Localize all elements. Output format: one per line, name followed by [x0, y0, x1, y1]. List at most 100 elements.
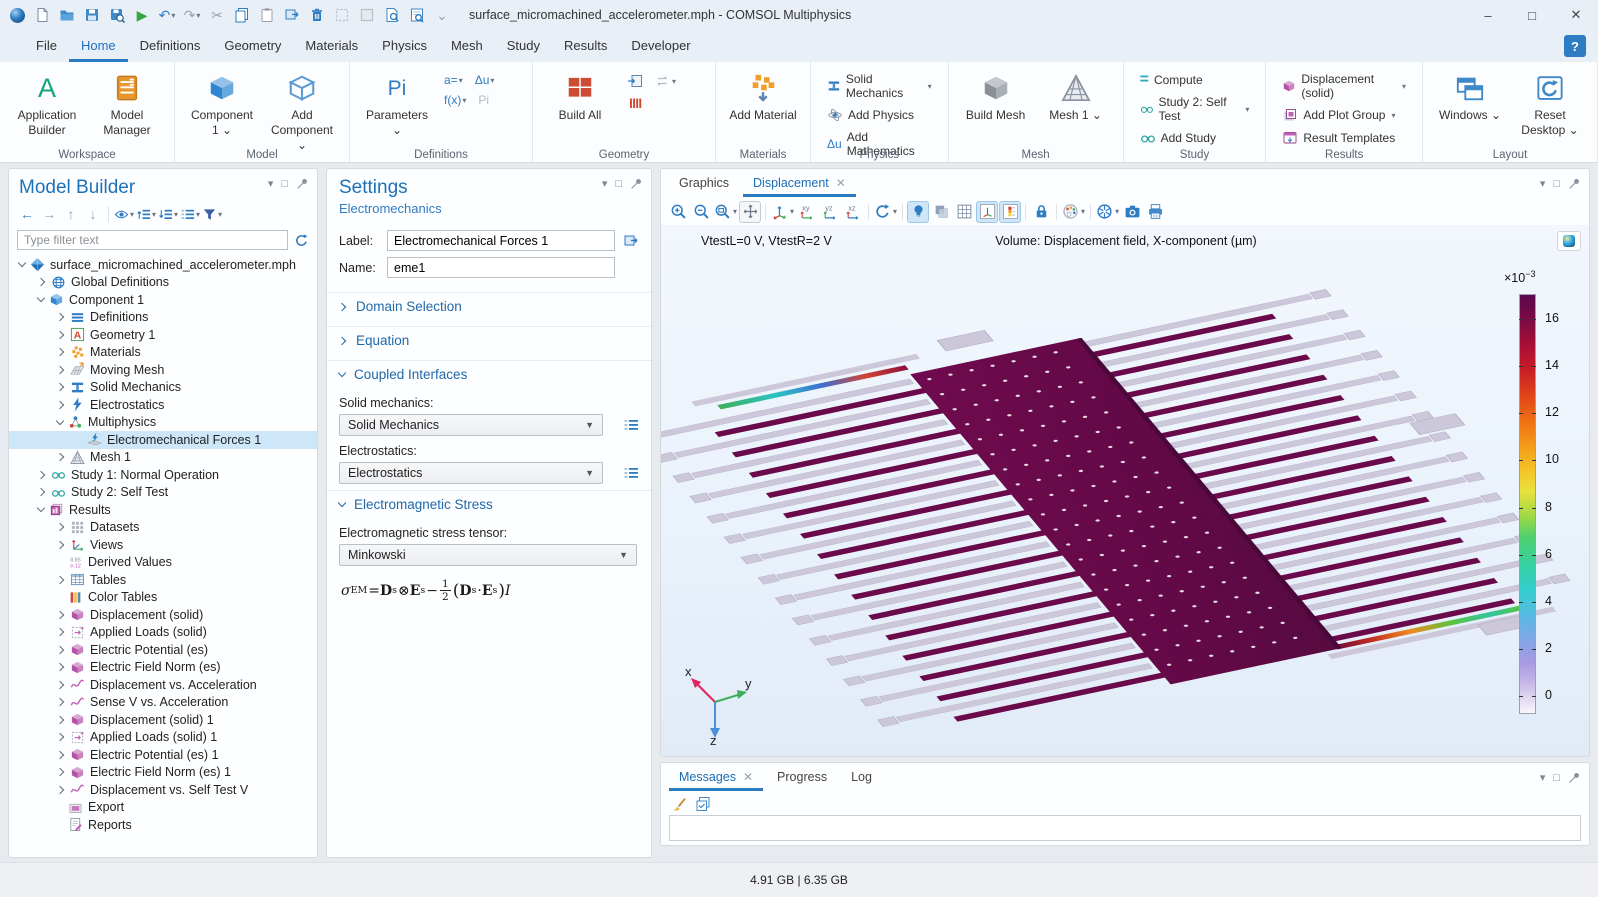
rename-icon[interactable] — [621, 231, 641, 251]
menu-materials[interactable]: Materials — [293, 31, 370, 62]
chevron-down-icon[interactable] — [37, 294, 45, 302]
tree-item-tables[interactable]: Tables — [9, 571, 317, 589]
zoom-in-button[interactable] — [667, 201, 689, 223]
tree-item-reports[interactable]: Reports — [9, 816, 317, 834]
view-xy-button[interactable] — [796, 201, 818, 223]
rotate-view-button[interactable]: ▾ — [873, 201, 898, 223]
expand-all-button[interactable]: ▾ — [158, 204, 178, 224]
tree-item-electromechanical-forces-1[interactable]: Electromechanical Forces 1 — [9, 431, 317, 449]
customize-quick-access-icon[interactable]: ⌄ — [431, 4, 453, 26]
cut-icon[interactable]: ✂ — [206, 4, 228, 26]
label-input[interactable] — [387, 230, 615, 251]
tree-item-moving-mesh[interactable]: Moving Mesh — [9, 361, 317, 379]
chevron-right-icon[interactable] — [56, 611, 64, 619]
chevron-right-icon[interactable] — [56, 541, 64, 549]
tree-item-materials[interactable]: Materials — [9, 344, 317, 362]
ribbon-component-1-button[interactable]: Component 1 ⌄ — [187, 68, 257, 138]
axis-orientation-button[interactable] — [976, 201, 998, 223]
new-file-icon[interactable] — [31, 4, 53, 26]
chevron-right-icon[interactable] — [56, 663, 64, 671]
tree-item-applied-loads-solid-1[interactable]: Applied Loads (solid) 1 — [9, 729, 317, 747]
chevron-right-icon[interactable] — [56, 453, 64, 461]
tree-item-electric-potential-es-[interactable]: Electric Potential (es) — [9, 641, 317, 659]
ribbon-reset-desktop-button[interactable]: Reset Desktop ⌄ — [1515, 68, 1585, 138]
chevron-right-icon[interactable] — [56, 716, 64, 724]
name-input[interactable] — [387, 257, 615, 278]
chevron-right-icon[interactable] — [56, 698, 64, 706]
ribbon-mesh-1-button[interactable]: Mesh 1 ⌄ — [1041, 68, 1111, 123]
chevron-down-icon[interactable] — [18, 259, 26, 267]
move-down-button[interactable]: ↓ — [83, 204, 103, 224]
ribbon-build-mesh-button[interactable]: Build Mesh — [961, 68, 1031, 123]
chevron-down-icon[interactable] — [56, 417, 64, 425]
chevron-right-icon[interactable] — [56, 576, 64, 584]
chevron-right-icon[interactable] — [56, 786, 64, 794]
graphics-tab-displacement[interactable]: Displacement✕ — [743, 170, 856, 197]
refresh-icon[interactable] — [294, 233, 309, 248]
ribbon-result-templates-button[interactable]: Result Templates — [1278, 129, 1410, 147]
chevron-right-icon[interactable] — [37, 278, 45, 286]
scene-light-button[interactable] — [907, 201, 929, 223]
duplicate-icon[interactable] — [281, 4, 303, 26]
chevron-right-icon[interactable] — [56, 628, 64, 636]
find-icon[interactable] — [381, 4, 403, 26]
tree-item-displacement-vs-self-test-v[interactable]: Displacement vs. Self Test V — [9, 781, 317, 799]
tree-item-electric-field-norm-es-[interactable]: Electric Field Norm (es) — [9, 659, 317, 677]
tree-item-displacement-solid-[interactable]: Displacement (solid) — [9, 606, 317, 624]
menu-home[interactable]: Home — [69, 31, 128, 62]
tree-item-results[interactable]: Results — [9, 501, 317, 519]
functions-button[interactable]: f(x)▾ — [442, 92, 468, 108]
ribbon-add-study-button[interactable]: Add Study — [1136, 129, 1254, 147]
panel-pin-icon[interactable] — [1568, 177, 1581, 190]
messages-output[interactable] — [669, 815, 1581, 841]
maximize-button[interactable]: □ — [1510, 0, 1554, 30]
panel-float-icon[interactable]: □ — [281, 178, 288, 190]
messages-tab-messages[interactable]: Messages✕ — [669, 764, 763, 791]
tree-item-electric-potential-es-1[interactable]: Electric Potential (es) 1 — [9, 746, 317, 764]
minimize-button[interactable]: – — [1466, 0, 1510, 30]
ribbon-application-builder-button[interactable]: AApplication Builder — [12, 68, 82, 138]
electrostatics-select[interactable]: Electrostatics▼ — [339, 462, 603, 484]
chevron-right-icon[interactable] — [56, 383, 64, 391]
delete-icon[interactable] — [306, 4, 328, 26]
messages-tab-progress[interactable]: Progress — [767, 764, 837, 791]
tree-item-electric-field-norm-es-1[interactable]: Electric Field Norm (es) 1 — [9, 764, 317, 782]
tree-item-export[interactable]: Export — [9, 799, 317, 817]
zoom-out-button[interactable] — [690, 201, 712, 223]
transparency-button[interactable] — [930, 201, 952, 223]
panel-menu-icon[interactable]: ▾ — [1540, 771, 1546, 784]
tree-item-study-2-self-test[interactable]: Study 2: Self Test — [9, 484, 317, 502]
menu-definitions[interactable]: Definitions — [128, 31, 213, 62]
panel-menu-icon[interactable]: ▾ — [602, 177, 608, 190]
copy-messages-button[interactable] — [693, 794, 713, 814]
tree-item-solid-mechanics[interactable]: Solid Mechanics — [9, 379, 317, 397]
chevron-right-icon[interactable] — [56, 313, 64, 321]
nonlocal-couplings-button[interactable]: Δu▾ — [473, 72, 497, 88]
comsol-logo-icon[interactable] — [6, 4, 28, 26]
chevron-right-icon[interactable] — [37, 471, 45, 479]
messages-tab-log[interactable]: Log — [841, 764, 882, 791]
chevron-down-icon[interactable] — [37, 504, 45, 512]
chevron-right-icon[interactable] — [56, 768, 64, 776]
panel-menu-icon[interactable]: ▾ — [1540, 177, 1546, 190]
show-button[interactable]: ▾ — [114, 204, 134, 224]
selection-list-icon[interactable] — [621, 463, 641, 483]
zoom-extents-button[interactable] — [739, 201, 761, 223]
chevron-right-icon[interactable] — [56, 523, 64, 531]
color-legend-button[interactable] — [999, 201, 1021, 223]
help-button[interactable]: ? — [1564, 35, 1586, 57]
close-button[interactable]: ✕ — [1554, 0, 1598, 30]
tree-item-mesh-1[interactable]: Mesh 1 — [9, 449, 317, 467]
copy-icon[interactable] — [231, 4, 253, 26]
panel-float-icon[interactable]: □ — [615, 178, 622, 190]
collapse-all-button[interactable]: ▾ — [136, 204, 156, 224]
selection-list-icon[interactable] — [621, 415, 641, 435]
menu-mesh[interactable]: Mesh — [439, 31, 495, 62]
forward-button[interactable]: → — [39, 204, 59, 224]
menu-results[interactable]: Results — [552, 31, 619, 62]
chevron-right-icon[interactable] — [56, 401, 64, 409]
ribbon-compute-button[interactable]: =Compute — [1136, 71, 1254, 89]
view-yz-button[interactable] — [819, 201, 841, 223]
menu-physics[interactable]: Physics — [370, 31, 439, 62]
ribbon-add-plot-group-button[interactable]: Add Plot Group▾ — [1278, 106, 1410, 124]
